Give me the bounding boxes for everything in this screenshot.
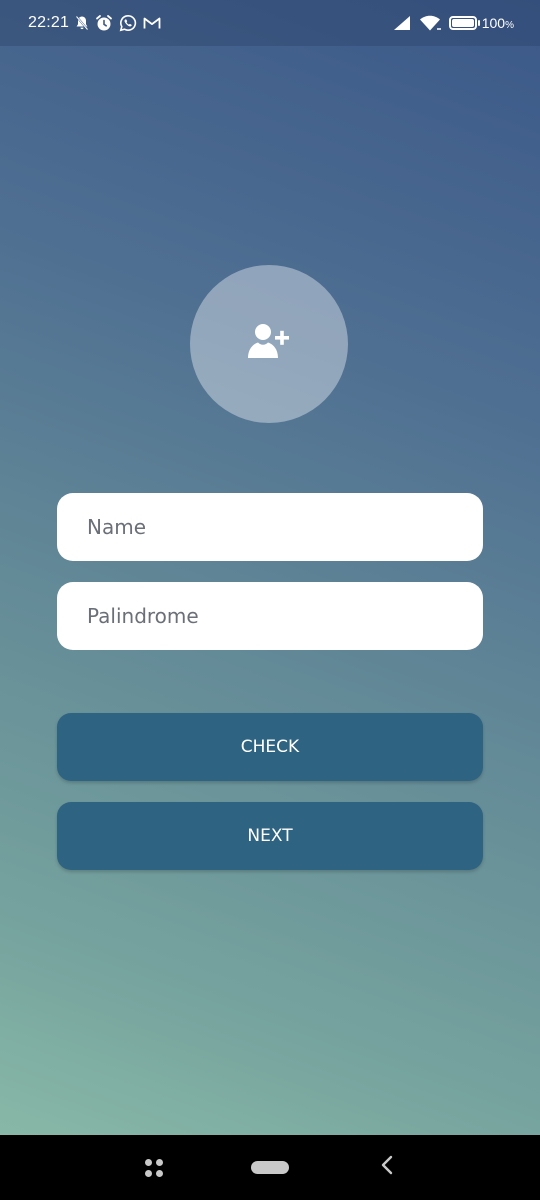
battery-percent-unit: % (505, 20, 514, 31)
signal-icon (393, 15, 411, 31)
status-time: 22:21 (28, 14, 70, 31)
battery-tip (477, 20, 480, 26)
battery-percentage: 100% (482, 15, 514, 31)
battery-icon: 100% (448, 15, 514, 31)
add-user-avatar-button[interactable] (190, 265, 348, 423)
palindrome-field-container (57, 582, 483, 650)
app-screen: 22:21 100% Name Palindrome CHECK NEXT (0, 0, 540, 1200)
back-icon (380, 1155, 394, 1180)
battery-percent-value: 100 (481, 15, 506, 31)
next-button-label: NEXT (247, 826, 293, 846)
name-field-container (57, 493, 483, 561)
home-icon (251, 1161, 289, 1174)
system-navigation-bar (0, 1135, 540, 1200)
whatsapp-icon (119, 14, 137, 32)
next-button[interactable]: NEXT (57, 802, 483, 870)
home-button[interactable] (246, 1135, 294, 1200)
gmail-icon (143, 16, 161, 30)
wifi-icon (419, 15, 441, 31)
check-button[interactable]: CHECK (57, 713, 483, 781)
battery-fill (451, 19, 474, 27)
alarm-icon (95, 14, 113, 32)
status-bar-right: 100% (393, 0, 514, 46)
palindrome-input[interactable] (85, 603, 455, 629)
recent-apps-button[interactable] (138, 1135, 170, 1200)
name-input[interactable] (85, 514, 455, 540)
add-user-icon (248, 323, 290, 366)
back-button[interactable] (372, 1135, 402, 1200)
status-bar: 22:21 100% (0, 0, 540, 46)
check-button-label: CHECK (240, 737, 300, 757)
status-bar-left: 22:21 (28, 0, 161, 46)
battery-body (448, 16, 477, 30)
bell-off-icon (75, 15, 89, 31)
recent-apps-icon (145, 1158, 163, 1177)
